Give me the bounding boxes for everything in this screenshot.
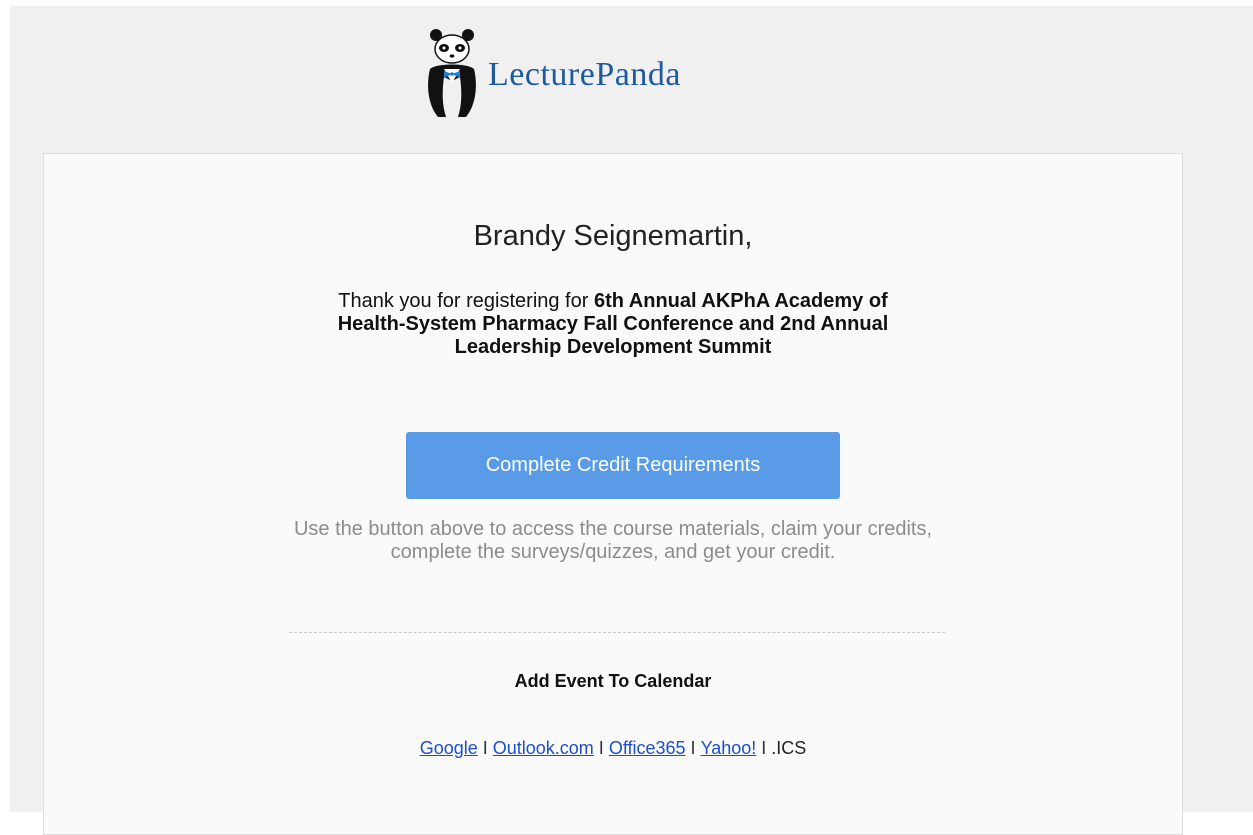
complete-credit-requirements-button[interactable]: Complete Credit Requirements	[406, 432, 840, 499]
yahoo-calendar-link[interactable]: Yahoo!	[701, 738, 757, 758]
google-calendar-link[interactable]: Google	[420, 738, 478, 758]
outlook-calendar-link[interactable]: Outlook.com	[493, 738, 594, 758]
link-separator: I	[761, 738, 767, 758]
intro-text: Thank you for registering for	[338, 290, 594, 312]
brand-name-first: Lecture	[488, 56, 596, 93]
recipient-greeting: Brandy Seignemartin,	[473, 220, 753, 252]
registration-message: Thank you for registering for 6th Annual…	[323, 290, 903, 359]
brand-name-second: Panda	[595, 56, 681, 93]
calendar-links: Google I Outlook.com I Office365 I Yahoo! I .ICS	[44, 738, 1182, 759]
lecturepanda-logo: LecturePanda	[424, 24, 681, 120]
link-separator: I	[482, 738, 488, 758]
helper-text: Use the button above to access the cours…	[293, 518, 933, 563]
divider	[289, 632, 945, 633]
email-card: Brandy Seignemartin, Thank you for regis…	[43, 153, 1183, 835]
panda-mascot-icon	[428, 29, 476, 117]
ics-download-label[interactable]: .ICS	[771, 738, 806, 758]
brand-wordmark: LecturePanda	[488, 58, 681, 92]
link-separator: I	[690, 738, 696, 758]
email-background: LecturePanda Brandy Seignemartin, Thank …	[10, 6, 1253, 835]
office365-calendar-link[interactable]: Office365	[609, 738, 686, 758]
link-separator: I	[598, 738, 604, 758]
calendar-heading: Add Event To Calendar	[514, 671, 712, 691]
